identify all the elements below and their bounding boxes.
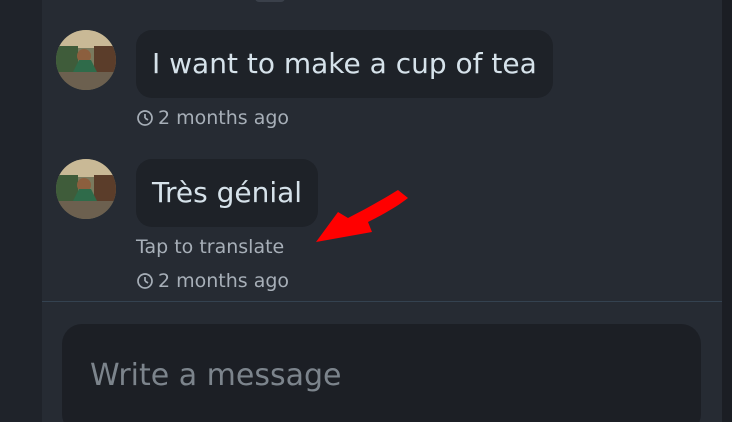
- clock-icon: [137, 110, 153, 126]
- avatar-image: [56, 159, 116, 219]
- message-input[interactable]: [90, 356, 673, 396]
- message-composer[interactable]: [62, 324, 701, 422]
- composer-divider: [42, 301, 722, 302]
- message-timestamp: 2 months ago: [136, 106, 289, 130]
- timestamp-text: 2 months ago: [158, 270, 290, 292]
- message-text: Très génial: [152, 176, 303, 209]
- top-cut-element: [255, 0, 285, 2]
- avatar[interactable]: [56, 159, 116, 219]
- clock-icon: [137, 273, 153, 289]
- avatar-image: [56, 30, 116, 90]
- tap-to-translate-link[interactable]: Tap to translate: [136, 235, 284, 259]
- panel-edge: [722, 0, 732, 422]
- message-bubble[interactable]: I want to make a cup of tea: [136, 30, 553, 98]
- red-arrow-icon: [316, 190, 408, 242]
- chat-screen: I want to make a cup of tea 2 months ago…: [0, 0, 732, 422]
- timestamp-text: 2 months ago: [158, 107, 290, 129]
- message-timestamp: 2 months ago: [136, 269, 289, 293]
- avatar[interactable]: [56, 30, 116, 90]
- message-text: I want to make a cup of tea: [152, 47, 537, 80]
- message-bubble[interactable]: Très génial: [136, 159, 319, 227]
